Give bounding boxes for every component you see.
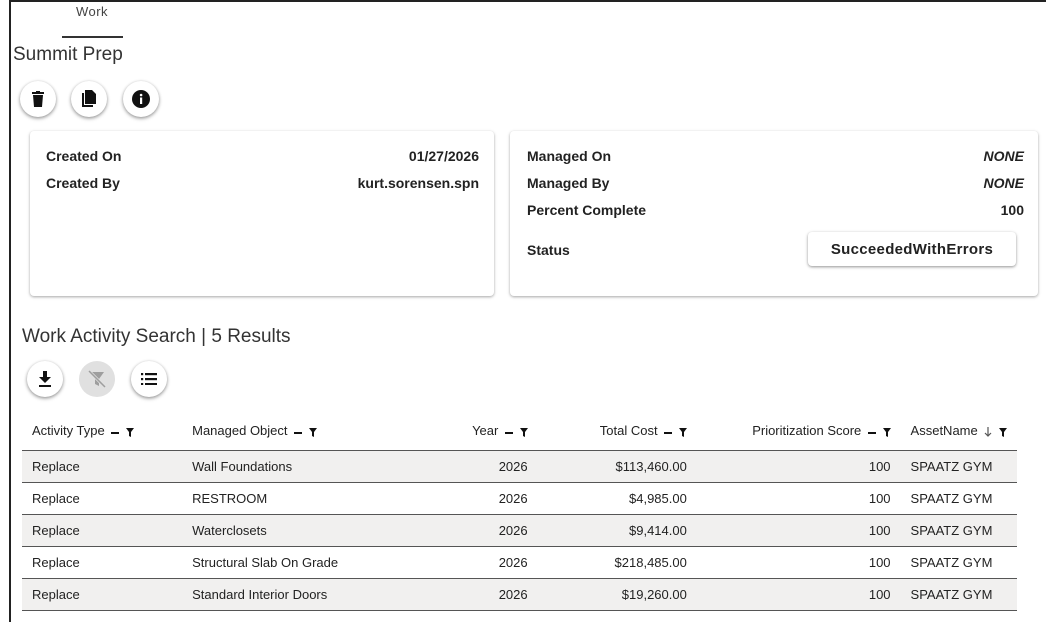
column-header-prioritization-score[interactable]: Prioritization Score xyxy=(696,413,901,451)
year-cell: 2026 xyxy=(401,450,538,483)
managed-object-cell: RESTROOM xyxy=(182,482,402,515)
delete-button[interactable] xyxy=(20,81,56,117)
activity-type-cell: Replace xyxy=(22,482,183,515)
percent-complete-label: Percent Complete xyxy=(527,202,647,218)
download-button[interactable] xyxy=(27,361,63,397)
created-by-value: kurt.sorensen.spn xyxy=(357,175,479,191)
sort-none-icon[interactable] xyxy=(664,425,673,440)
total-cost-cell: $19,260.00 xyxy=(537,578,697,611)
filter-off-icon xyxy=(88,370,106,388)
managed-object-cell: Waterclosets xyxy=(182,514,402,547)
year-cell: 2026 xyxy=(401,546,538,579)
column-header-label: Prioritization Score xyxy=(752,423,862,439)
year-cell: 2026 xyxy=(401,578,538,611)
filter-icon[interactable] xyxy=(519,425,528,440)
year-cell: 2026 xyxy=(401,482,538,515)
activity-type-cell: Replace xyxy=(22,578,183,611)
copy-icon xyxy=(82,90,96,107)
search-results-title: Work Activity Search | 5 Results xyxy=(22,326,291,347)
activity-type-cell: Replace xyxy=(22,514,183,547)
copy-button[interactable] xyxy=(71,81,107,117)
column-header-year[interactable]: Year xyxy=(401,413,538,451)
total-cost-cell: $113,460.00 xyxy=(537,450,697,483)
created-on-value: 01/27/2026 xyxy=(408,148,479,164)
columns-button[interactable] xyxy=(131,361,167,397)
table-row[interactable]: Replace Structural Slab On Grade 2026 $2… xyxy=(22,546,1017,579)
total-cost-cell: $9,414.00 xyxy=(537,514,697,547)
percent-complete-value: 100 xyxy=(1000,202,1024,218)
filter-icon[interactable] xyxy=(882,425,891,440)
info-icon xyxy=(132,90,150,108)
results-table: Activity Type Managed Object Year Total … xyxy=(22,413,1017,611)
info-button[interactable] xyxy=(123,81,159,117)
sort-descending-icon[interactable] xyxy=(984,425,992,440)
created-on-label: Created On xyxy=(46,148,122,164)
managed-by-value: NONE xyxy=(983,175,1024,191)
filter-icon[interactable] xyxy=(678,425,687,440)
sort-none-icon[interactable] xyxy=(504,425,513,440)
column-header-asset-name[interactable]: AssetName xyxy=(900,413,1017,451)
filter-icon[interactable] xyxy=(125,425,134,440)
column-header-total-cost[interactable]: Total Cost xyxy=(537,413,697,451)
status-label: Status xyxy=(527,242,570,258)
column-header-label: AssetName xyxy=(910,423,978,439)
managed-object-cell: Wall Foundations xyxy=(182,450,402,483)
asset-name-cell: SPAATZ GYM xyxy=(900,482,1017,515)
prioritization-score-cell: 100 xyxy=(696,482,901,515)
tab-work[interactable]: Work xyxy=(62,4,122,19)
managed-on-label: Managed On xyxy=(527,148,612,164)
column-header-activity-type[interactable]: Activity Type xyxy=(22,413,183,451)
managed-by-label: Managed By xyxy=(527,175,610,191)
activity-type-cell: Replace xyxy=(22,546,183,579)
managed-on-value: NONE xyxy=(983,148,1024,164)
prioritization-score-cell: 100 xyxy=(696,514,901,547)
list-icon xyxy=(141,373,157,385)
asset-name-cell: SPAATZ GYM xyxy=(900,450,1017,483)
column-header-label: Managed Object xyxy=(192,423,288,439)
page-title: Summit Prep xyxy=(13,44,123,65)
table-row[interactable]: Replace RESTROOM 2026 $4,985.00 100 SPAA… xyxy=(22,482,1017,515)
asset-name-cell: SPAATZ GYM xyxy=(900,578,1017,611)
column-header-managed-object[interactable]: Managed Object xyxy=(182,413,402,451)
prioritization-score-cell: 100 xyxy=(696,546,901,579)
status-badge[interactable]: SucceededWithErrors xyxy=(808,232,1016,266)
column-header-label: Year xyxy=(472,423,499,439)
sort-none-icon[interactable] xyxy=(294,425,303,440)
tab-active-indicator xyxy=(62,36,123,38)
managed-object-cell: Structural Slab On Grade xyxy=(182,546,402,579)
activity-type-cell: Replace xyxy=(22,450,183,483)
table-row[interactable]: Replace Wall Foundations 2026 $113,460.0… xyxy=(22,450,1017,483)
column-header-label: Activity Type xyxy=(32,423,105,439)
prioritization-score-cell: 100 xyxy=(696,450,901,483)
download-icon xyxy=(39,371,51,387)
managed-object-cell: Standard Interior Doors xyxy=(182,578,402,611)
table-row[interactable]: Replace Waterclosets 2026 $9,414.00 100 … xyxy=(22,514,1017,547)
total-cost-cell: $218,485.00 xyxy=(537,546,697,579)
total-cost-cell: $4,985.00 xyxy=(537,482,697,515)
asset-name-cell: SPAATZ GYM xyxy=(900,514,1017,547)
clear-filter-button[interactable] xyxy=(79,361,115,397)
trash-icon xyxy=(32,91,44,107)
filter-icon[interactable] xyxy=(999,425,1007,440)
prioritization-score-cell: 100 xyxy=(696,578,901,611)
created-by-label: Created By xyxy=(46,175,120,191)
table-header-row: Activity Type Managed Object Year Total … xyxy=(22,413,1017,451)
filter-icon[interactable] xyxy=(308,425,317,440)
year-cell: 2026 xyxy=(401,514,538,547)
table-row[interactable]: Replace Standard Interior Doors 2026 $19… xyxy=(22,578,1017,611)
asset-name-cell: SPAATZ GYM xyxy=(900,546,1017,579)
sort-none-icon[interactable] xyxy=(111,425,120,440)
sort-none-icon[interactable] xyxy=(867,425,876,440)
column-header-label: Total Cost xyxy=(599,423,658,439)
